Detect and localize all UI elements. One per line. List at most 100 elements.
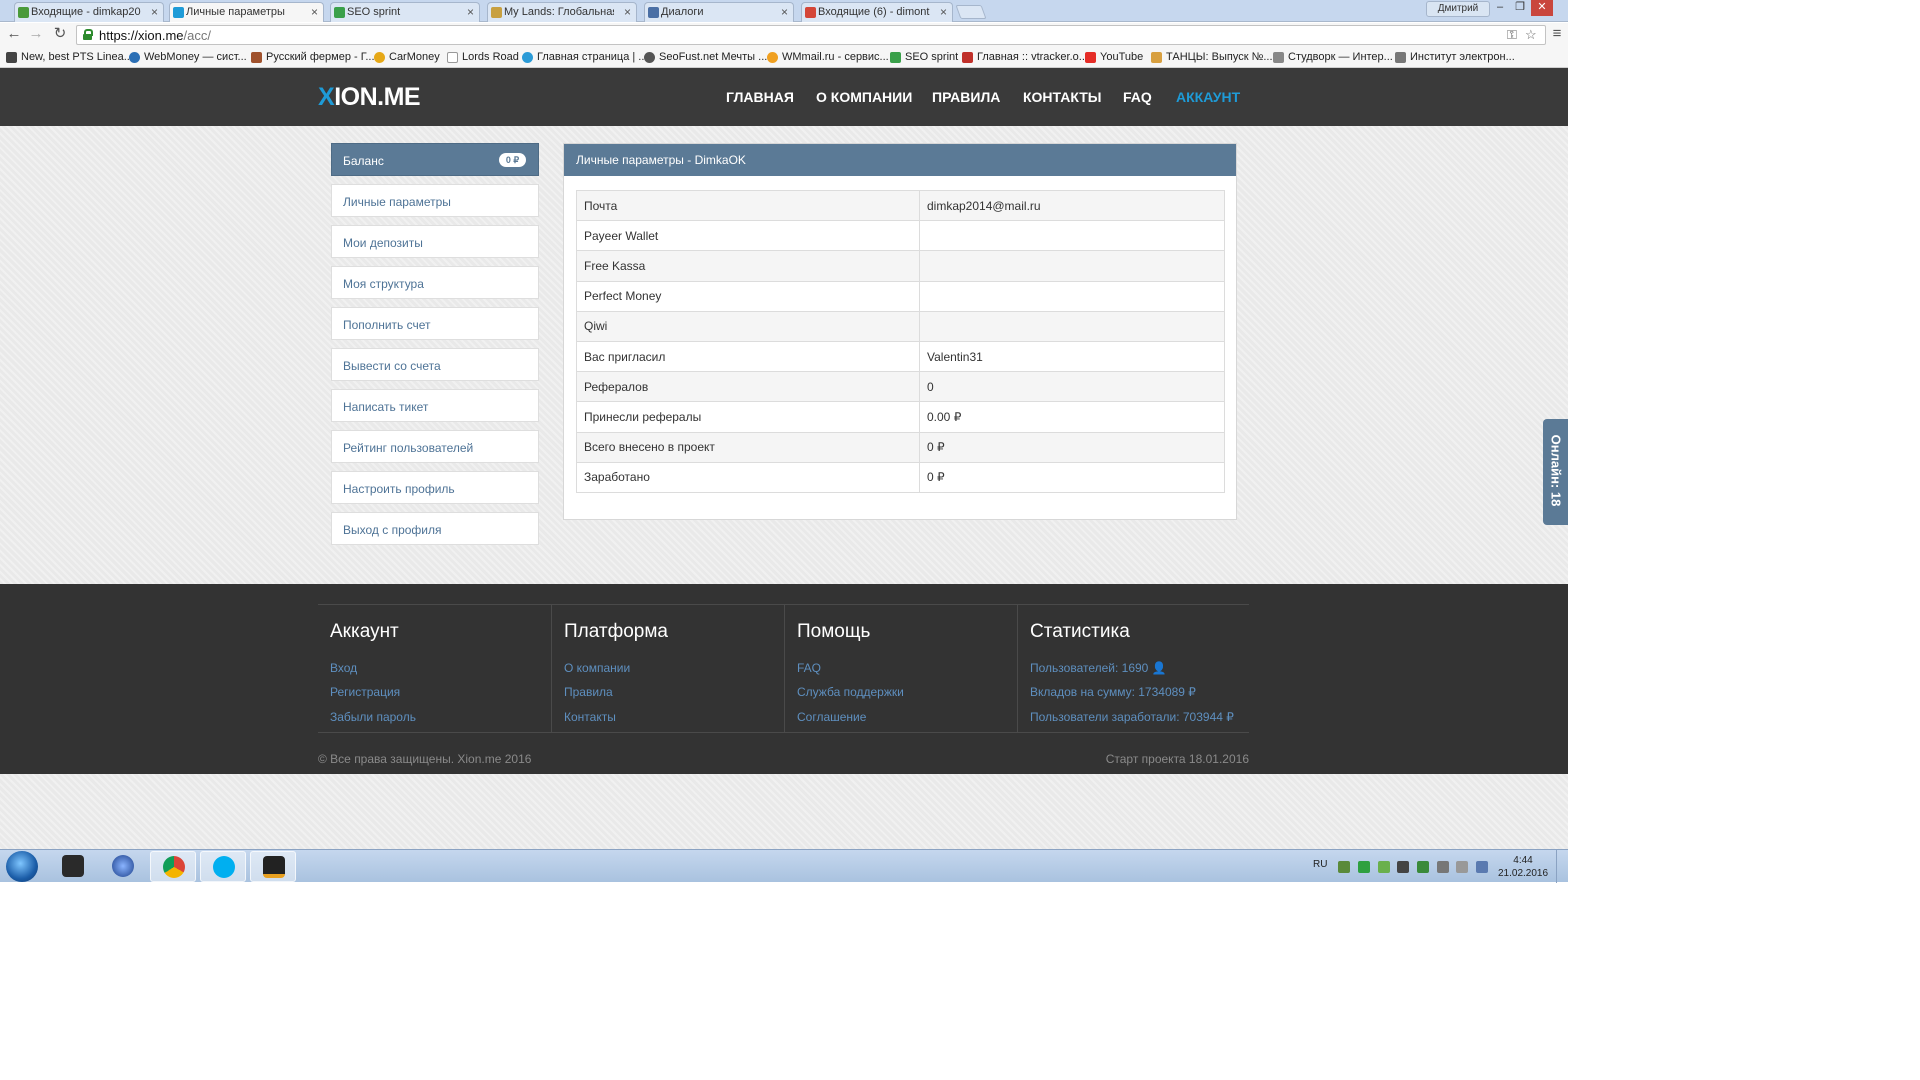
bookmark-label: New, best PTS Linea... [21, 51, 133, 63]
language-indicator[interactable]: RU [1313, 859, 1327, 870]
forward-icon[interactable]: → [28, 26, 44, 42]
tab-personal-params[interactable]: Личные параметры × [169, 2, 324, 22]
tab-my-lands[interactable]: My Lands: Глобальная эк × [487, 2, 637, 22]
nav-about[interactable]: О КОМПАНИИ [816, 89, 912, 105]
footer-link-faq[interactable]: FAQ [797, 661, 821, 675]
nav-faq[interactable]: FAQ [1123, 89, 1152, 105]
close-window-button[interactable]: ✕ [1531, 0, 1553, 16]
reload-icon[interactable]: ↻ [52, 26, 68, 42]
sidebar-item-structure[interactable]: Моя структура [331, 266, 539, 299]
taskbar-app[interactable] [50, 851, 96, 882]
param-value: 0 [919, 371, 1225, 403]
nav-contacts[interactable]: КОНТАКТЫ [1023, 89, 1101, 105]
start-button[interactable] [6, 851, 38, 882]
logo-x: X [318, 83, 335, 111]
bookmark-item[interactable]: Главная страница | ... [522, 51, 647, 63]
sidebar-item-deposit-funds[interactable]: Пополнить счет [331, 307, 539, 340]
bookmark-icon [767, 52, 778, 63]
tab-gmail-inbox[interactable]: Входящие (6) - dimontiko × [801, 2, 953, 22]
footer-link-rules[interactable]: Правила [564, 685, 613, 699]
bookmark-item[interactable]: WebMoney — сист... [129, 51, 247, 63]
bookmark-item[interactable]: New, best PTS Linea... [6, 51, 133, 63]
new-tab-button[interactable] [955, 5, 987, 19]
tab-close-icon[interactable]: × [151, 5, 158, 19]
tab-close-icon[interactable]: × [311, 5, 318, 19]
nav-home[interactable]: ГЛАВНАЯ [726, 89, 794, 105]
bookmark-item[interactable]: Главная :: vtracker.o... [962, 51, 1088, 63]
tab-seo-sprint[interactable]: SEO sprint × [330, 2, 480, 22]
tab-close-icon[interactable]: × [940, 5, 947, 19]
footer-copyright: © Все права защищены. Xion.me 2016 [318, 752, 532, 766]
table-row: Вас пригласил Valentin31 [576, 340, 1225, 373]
sidebar-item-logout[interactable]: Выход с профиля [331, 512, 539, 545]
window-user-name[interactable]: Дмитрий [1426, 1, 1490, 17]
browser-tab-bar: Входящие - dimkap2014@ × Личные параметр… [0, 0, 1568, 22]
tray-signal-icon[interactable] [1476, 861, 1488, 873]
address-bar[interactable]: https://xion.me/acc/ ⚿ ☆ [76, 25, 1546, 45]
restore-button[interactable]: ❐ [1510, 0, 1530, 16]
minimize-button[interactable]: – [1490, 0, 1510, 16]
menu-icon[interactable]: ≡ [1549, 26, 1565, 42]
bookmark-item[interactable]: WMmail.ru - сервис... [767, 51, 889, 63]
bookmark-label: Студворк — Интер... [1288, 51, 1393, 63]
bookmark-label: SeoFust.net Мечты ... [659, 51, 768, 63]
tab-mail-inbox[interactable]: Входящие - dimkap2014@ × [14, 2, 164, 22]
sidebar-item-settings[interactable]: Настроить профиль [331, 471, 539, 504]
sidebar-item-deposits[interactable]: Мои депозиты [331, 225, 539, 258]
param-key: Вас пригласил [576, 340, 920, 373]
param-value: 0 ₽ [919, 461, 1225, 493]
footer-start-date: Старт проекта 18.01.2016 [1105, 752, 1249, 766]
tray-keyboard-icon[interactable] [1437, 861, 1449, 873]
table-row: Payeer Wallet [576, 220, 1225, 252]
nav-account[interactable]: АККАУНТ [1176, 89, 1240, 105]
site-logo[interactable]: XION.ME [318, 83, 421, 112]
taskbar-app[interactable] [150, 851, 196, 882]
bookmark-item[interactable]: SeoFust.net Мечты ... [644, 51, 767, 63]
tray-green-icon[interactable] [1358, 861, 1370, 873]
footer-link-forgot[interactable]: Забыли пароль [330, 710, 416, 724]
table-row: Всего внесено в проект 0 ₽ [576, 431, 1225, 463]
bookmark-item[interactable]: YouTube [1085, 51, 1143, 63]
tab-close-icon[interactable]: × [624, 5, 631, 19]
footer-link-login[interactable]: Вход [330, 661, 357, 675]
sidebar-item-ticket[interactable]: Написать тикет [331, 389, 539, 422]
bookmark-label: Главная :: vtracker.o... [977, 51, 1088, 63]
system-clock[interactable]: 4:44 21.02.2016 [1498, 854, 1548, 880]
url-text[interactable]: https://xion.me/acc/ [99, 28, 211, 43]
tray-nvidia-icon[interactable] [1378, 861, 1390, 873]
sidebar-item-personal-params[interactable]: Личные параметры [331, 184, 539, 217]
taskbar-app[interactable] [250, 851, 296, 882]
taskbar-app[interactable] [100, 851, 146, 882]
show-desktop-button[interactable] [1556, 850, 1568, 883]
back-icon[interactable]: ← [6, 26, 22, 42]
bookmark-item[interactable]: Lords Road [447, 51, 519, 63]
tray-app-icon[interactable] [1397, 861, 1409, 873]
bookmark-item[interactable]: Русский фермер - Г... [251, 51, 375, 63]
online-counter-tab[interactable]: Онлайн: 18 [1543, 419, 1568, 525]
tab-label: Входящие - dimkap2014@ [31, 6, 141, 18]
footer-link-register[interactable]: Регистрация [330, 685, 400, 699]
tray-arrow-icon[interactable] [1338, 861, 1350, 873]
taskbar-app[interactable] [200, 851, 246, 882]
sidebar-item-rating[interactable]: Рейтинг пользователей [331, 430, 539, 463]
tab-dialogs[interactable]: Диалоги × [644, 2, 794, 22]
star-icon[interactable]: ☆ [1525, 27, 1537, 43]
sidebar-balance[interactable]: Баланс 0 ₽ [331, 143, 539, 176]
bookmark-item[interactable]: ТАНЦЫ: Выпуск №... [1151, 51, 1273, 63]
personal-params-panel: Личные параметры - DimkaOK Почта dimkap20… [563, 143, 1237, 520]
footer-link-agreement[interactable]: Соглашение [797, 710, 866, 724]
bookmark-item[interactable]: CarMoney [374, 51, 440, 63]
bookmark-item[interactable]: Студворк — Интер... [1273, 51, 1393, 63]
sidebar-item-withdraw[interactable]: Вывести со счета [331, 348, 539, 381]
tab-close-icon[interactable]: × [467, 5, 474, 19]
bookmark-item[interactable]: SEO sprint [890, 51, 958, 63]
tray-app-icon[interactable] [1417, 861, 1429, 873]
tray-network-icon[interactable] [1456, 861, 1468, 873]
footer-link-contacts[interactable]: Контакты [564, 710, 616, 724]
footer-link-support[interactable]: Служба поддержки [797, 685, 904, 699]
key-icon[interactable]: ⚿ [1507, 27, 1517, 43]
bookmark-item[interactable]: Институт электрон... [1395, 51, 1515, 63]
tab-close-icon[interactable]: × [781, 5, 788, 19]
footer-link-about[interactable]: О компании [564, 661, 630, 675]
nav-rules[interactable]: ПРАВИЛА [932, 89, 1000, 105]
